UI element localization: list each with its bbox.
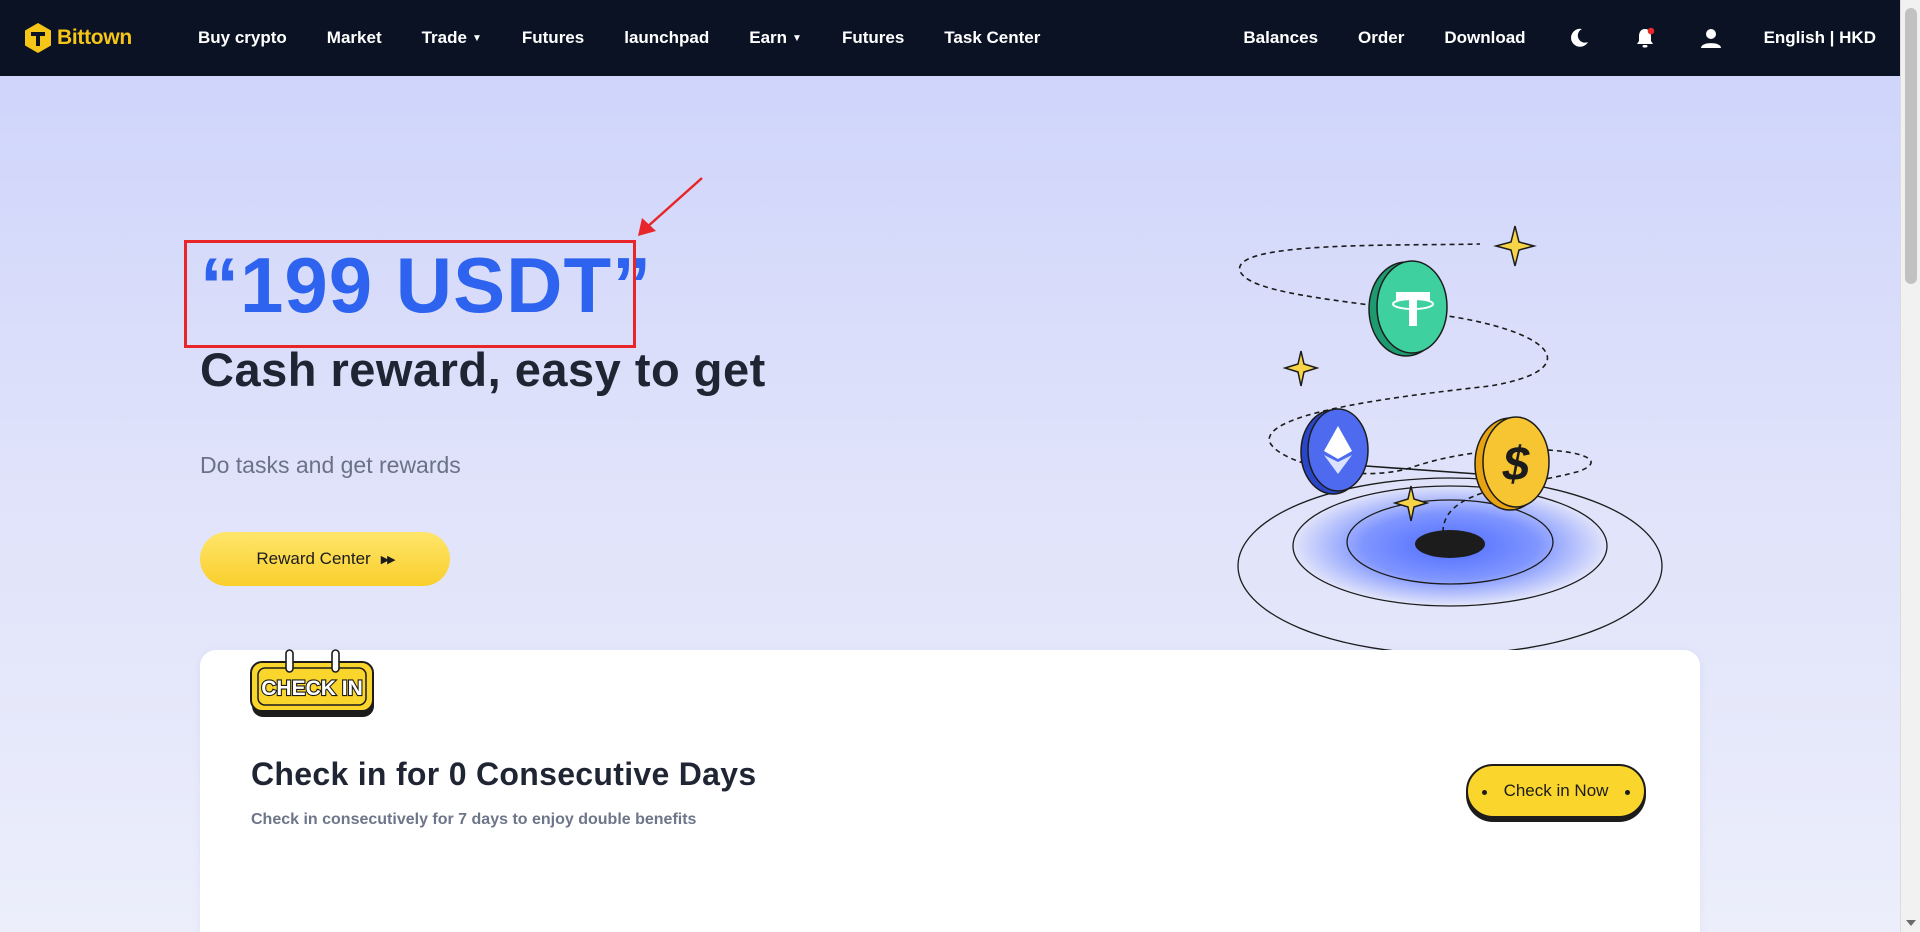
scroll-down-arrow-icon[interactable]	[1906, 920, 1916, 926]
nav-futures-2[interactable]: Futures	[842, 28, 904, 48]
nav-launchpad[interactable]: launchpad	[624, 28, 709, 48]
nav-market[interactable]: Market	[327, 28, 382, 48]
user-icon[interactable]	[1698, 25, 1724, 51]
annotation-arrow-icon	[638, 177, 703, 236]
logo-icon	[25, 23, 51, 53]
logo-text: Bittown	[57, 26, 132, 49]
account-menu: Balances Order Download English | HKD	[1203, 0, 1876, 76]
portal-icon	[1237, 477, 1663, 655]
nav-buy-crypto[interactable]: Buy crypto	[198, 28, 287, 48]
nav-item-label: launchpad	[624, 28, 710, 47]
sparkle-icon	[1282, 350, 1320, 387]
checkin-calendar-icon: CHECK IN	[250, 649, 374, 717]
ethereum-coin-icon	[1300, 408, 1369, 495]
checkin-badge-text: CHECK IN	[261, 677, 363, 700]
nav-download[interactable]: Download	[1444, 28, 1525, 48]
checkin-title: Check in for 0 Consecutive Days	[251, 756, 757, 792]
svg-text:$: $	[1502, 438, 1531, 491]
tether-coin-icon	[1368, 260, 1448, 357]
nav-futures[interactable]: Futures	[522, 28, 584, 48]
nav-balances[interactable]: Balances	[1243, 28, 1318, 48]
annotation-highlight-box	[184, 240, 636, 348]
nav-item-label: Task Center	[944, 28, 1041, 47]
scrollbar-thumb[interactable]	[1905, 8, 1917, 284]
dot-icon	[1625, 790, 1630, 795]
vertical-scrollbar[interactable]	[1900, 0, 1920, 932]
language-currency-selector[interactable]: English | HKD	[1764, 28, 1876, 48]
nav-task-center[interactable]: Task Center	[944, 28, 1040, 48]
top-nav: Bittown Buy crypto Market Trade ▼ Futures…	[0, 0, 1900, 76]
nav-item-label: Futures	[521, 28, 585, 47]
logo[interactable]: Bittown	[24, 22, 132, 54]
reward-center-button[interactable]: Reward Center ▶▶	[200, 532, 450, 586]
fast-forward-icon: ▶▶	[380, 553, 396, 566]
bell-icon[interactable]	[1632, 25, 1658, 51]
nav-item-label: Buy crypto	[198, 28, 287, 47]
hero-subtitle: Do tasks and get rewards	[200, 452, 461, 478]
main-menu: Buy crypto Market Trade ▼ Futures launchp…	[198, 0, 1080, 76]
moon-icon[interactable]	[1566, 25, 1592, 51]
hero-title: Cash reward, easy to get	[200, 343, 766, 396]
nav-order[interactable]: Order	[1358, 28, 1404, 48]
caret-down-icon: ▼	[792, 32, 802, 44]
nav-earn[interactable]: Earn ▼	[749, 28, 802, 48]
crypto-coins-illustration: $	[1237, 225, 1663, 655]
caret-down-icon: ▼	[471, 32, 482, 44]
check-in-now-button[interactable]: Check in Now	[1466, 764, 1646, 818]
dollar-coin-icon: $	[1474, 416, 1550, 511]
nav-item-label: Futures	[841, 28, 905, 47]
dot-icon	[1482, 790, 1487, 795]
reward-center-label: Reward Center	[256, 549, 371, 568]
checkin-description: Check in consecutively for 7 days to enj…	[251, 811, 697, 828]
checkin-card: CHECK IN Check in for 0 Consecutive Days…	[200, 649, 1700, 932]
nav-item-label: Earn	[749, 28, 788, 47]
nav-trade[interactable]: Trade ▼	[422, 28, 482, 48]
check-in-now-label: Check in Now	[1503, 781, 1609, 800]
nav-item-label: Trade	[421, 28, 467, 47]
sparkle-icon	[1493, 225, 1537, 267]
nav-item-label: Market	[326, 28, 382, 47]
